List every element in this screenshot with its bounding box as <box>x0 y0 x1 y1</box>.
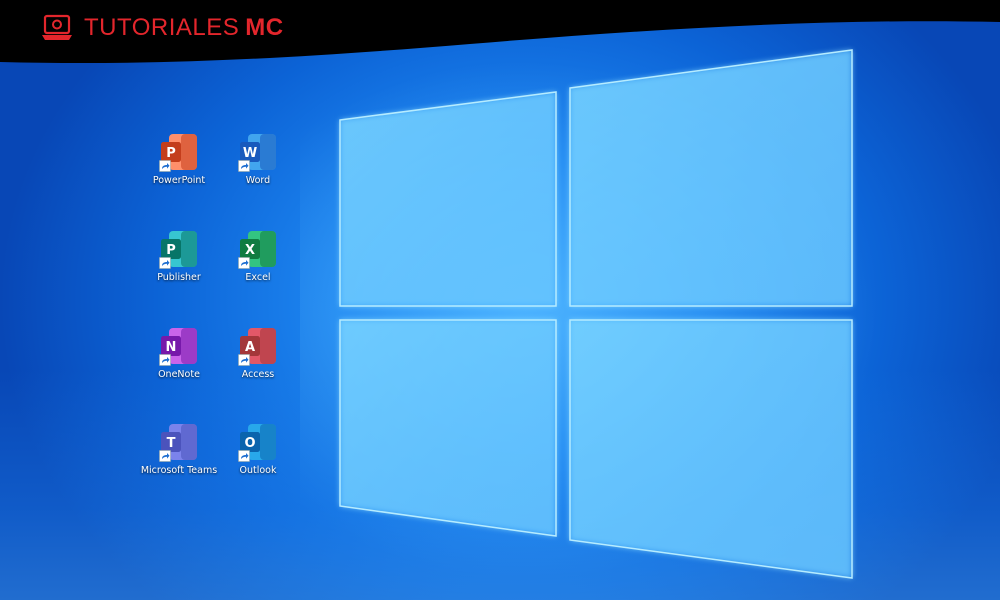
svg-text:W: W <box>243 146 257 161</box>
desktop-icon-label: Publisher <box>157 272 201 283</box>
desktop-icon-publisher[interactable]: P Publisher <box>139 229 219 283</box>
windows-pane-top-right <box>569 49 853 307</box>
svg-text:N: N <box>166 340 177 355</box>
desktop-background <box>0 0 1000 600</box>
desktop-icon-label: Word <box>245 175 271 186</box>
publisher-icon: P <box>159 229 199 269</box>
excel-icon: X <box>238 229 278 269</box>
desktop-icon-excel[interactable]: X Excel <box>218 229 298 283</box>
brand-name: TUTORIALES MC <box>84 14 284 42</box>
svg-text:P: P <box>166 146 176 161</box>
brand-suffix: MC <box>245 14 284 41</box>
windows-pane-top-left <box>339 91 557 307</box>
shortcut-arrow-icon <box>238 160 250 172</box>
outlook-icon: O <box>238 422 278 462</box>
teams-icon: T <box>159 422 199 462</box>
shortcut-arrow-icon <box>238 354 250 366</box>
laptop-logo-icon <box>42 14 72 40</box>
desktop-icon-word[interactable]: W Word <box>218 132 298 186</box>
shortcut-arrow-icon <box>159 257 171 269</box>
svg-text:T: T <box>167 436 176 451</box>
desktop-icon-onenote[interactable]: N OneNote <box>139 326 219 380</box>
desktop-icon-powerpoint[interactable]: P PowerPoint <box>139 132 219 186</box>
windows-logo <box>339 49 853 579</box>
desktop-icon-access[interactable]: A Access <box>218 326 298 380</box>
desktop-icon-label: OneNote <box>158 369 200 380</box>
svg-text:X: X <box>245 243 255 258</box>
shortcut-arrow-icon <box>159 450 171 462</box>
desktop-icon-label: Outlook <box>239 465 277 476</box>
desktop-icon-label: Access <box>241 369 275 380</box>
windows-pane-bottom-right <box>569 319 853 579</box>
powerpoint-icon: P <box>159 132 199 172</box>
svg-text:P: P <box>166 243 176 258</box>
desktop-icon-label: Microsoft Teams <box>140 465 218 476</box>
desktop-icon-label: Excel <box>245 272 271 283</box>
shortcut-arrow-icon <box>238 257 250 269</box>
shortcut-arrow-icon <box>159 354 171 366</box>
word-icon: W <box>238 132 278 172</box>
shortcut-arrow-icon <box>238 450 250 462</box>
desktop-icon-label: PowerPoint <box>152 175 206 186</box>
svg-text:O: O <box>244 436 255 451</box>
shortcut-arrow-icon <box>159 160 171 172</box>
access-icon: A <box>238 326 278 366</box>
brand-title: TUTORIALES <box>84 14 240 41</box>
windows-pane-bottom-left <box>339 319 557 537</box>
svg-text:A: A <box>245 340 255 355</box>
desktop-icon-outlook[interactable]: O Outlook <box>218 422 298 476</box>
brand-logo-group: TUTORIALES MC <box>40 10 284 46</box>
onenote-icon: N <box>159 326 199 366</box>
desktop-icon-microsoft-teams[interactable]: T Microsoft Teams <box>139 422 219 476</box>
